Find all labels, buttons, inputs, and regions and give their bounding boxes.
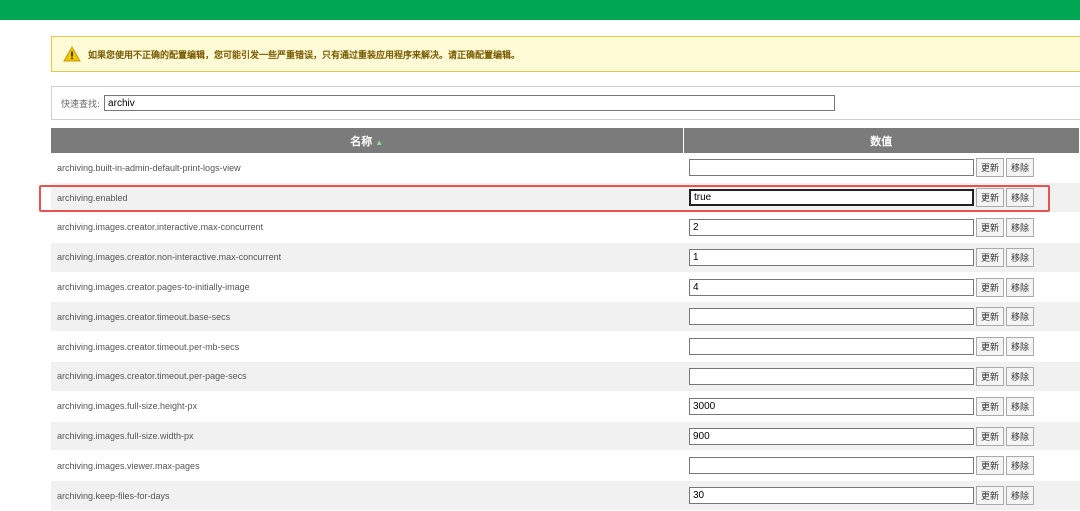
remove-button[interactable]: 移除 (1006, 337, 1035, 357)
config-key: archiving.images.full-size.width-px (51, 421, 683, 452)
value-column-header: 数值 (683, 128, 1080, 153)
warning-text: 如果您使用不正确的配置编辑，您可能引发一些严重错误，只有通过重装应用程序来解决。… (88, 50, 521, 61)
config-key: archiving.enabled (51, 182, 683, 214)
update-button[interactable]: 更新 (976, 337, 1005, 357)
config-value-cell: 更新移除 (683, 391, 1080, 422)
config-value-input[interactable] (689, 367, 974, 385)
table-row: archiving.images.full-size.height-px更新移除 (51, 391, 1080, 422)
name-header-label: 名称 (350, 135, 373, 148)
config-key: archiving.keep-files-for-days (51, 480, 683, 511)
remove-button[interactable]: 移除 (1006, 366, 1035, 386)
config-table: 名称 ▲ 数值 archiving.built-in-admin-default-… (51, 128, 1080, 511)
config-value-cell: 更新移除 (683, 301, 1080, 333)
sort-ascending-icon: ▲ (375, 137, 384, 147)
table-row: archiving.images.creator.timeout.base-se… (51, 301, 1080, 333)
remove-button[interactable]: 移除 (1006, 396, 1035, 416)
quick-find-label: 快速查找: (61, 99, 101, 110)
config-key: archiving.images.creator.non-interactive… (51, 242, 683, 273)
table-row: archiving.images.creator.timeout.per-pag… (51, 361, 1080, 392)
table-row: archiving.images.creator.pages-to-initia… (51, 272, 1080, 303)
update-button[interactable]: 更新 (976, 247, 1005, 267)
config-value-input[interactable] (689, 487, 974, 505)
quick-find-panel: 快速查找: (51, 86, 1080, 120)
table-row: archiving.enabled更新移除 (51, 182, 1080, 214)
config-value-input[interactable] (689, 338, 974, 356)
update-button[interactable]: 更新 (976, 277, 1005, 297)
table-row: archiving.built-in-admin-default-print-l… (51, 153, 1080, 184)
config-value-cell: 更新移除 (683, 421, 1080, 452)
config-value-input[interactable] (689, 218, 974, 236)
name-column-header[interactable]: 名称 ▲ (51, 128, 684, 153)
table-row: archiving.images.creator.non-interactive… (51, 242, 1080, 273)
config-key: archiving.images.creator.interactive.max… (51, 212, 683, 243)
config-value-cell: 更新移除 (683, 153, 1080, 184)
remove-button[interactable]: 移除 (1006, 247, 1035, 267)
update-button[interactable]: 更新 (976, 396, 1005, 416)
update-button[interactable]: 更新 (976, 307, 1005, 327)
update-button[interactable]: 更新 (976, 158, 1005, 178)
config-key: archiving.images.creator.timeout.per-pag… (51, 361, 683, 392)
table-row: archiving.keep-files-for-days更新移除 (51, 480, 1080, 511)
update-button[interactable]: 更新 (976, 217, 1005, 237)
table-row: archiving.images.creator.timeout.per-mb-… (51, 331, 1080, 363)
table-header-row: 名称 ▲ 数值 (51, 128, 1080, 153)
remove-button[interactable]: 移除 (1006, 307, 1035, 327)
config-value-input[interactable] (689, 278, 974, 296)
config-value-cell: 更新移除 (683, 242, 1080, 273)
config-key: archiving.images.viewer.max-pages (51, 450, 683, 482)
config-value-input[interactable] (689, 189, 974, 207)
table-row: archiving.images.full-size.width-px更新移除 (51, 421, 1080, 452)
config-key: archiving.images.full-size.height-px (51, 391, 683, 422)
config-value-input[interactable] (689, 427, 974, 445)
config-value-cell: 更新移除 (683, 182, 1080, 214)
top-bar (0, 0, 1080, 20)
config-value-input[interactable] (689, 397, 974, 415)
config-value-cell: 更新移除 (683, 480, 1080, 511)
config-key: archiving.built-in-admin-default-print-l… (51, 153, 683, 184)
table-row: archiving.images.creator.interactive.max… (51, 212, 1080, 243)
remove-button[interactable]: 移除 (1006, 486, 1035, 506)
remove-button[interactable]: 移除 (1006, 158, 1035, 178)
remove-button[interactable]: 移除 (1006, 426, 1035, 446)
config-key: archiving.images.creator.timeout.per-mb-… (51, 331, 683, 363)
remove-button[interactable]: 移除 (1006, 277, 1035, 297)
config-value-cell: 更新移除 (683, 272, 1080, 303)
remove-button[interactable]: 移除 (1006, 217, 1035, 237)
update-button[interactable]: 更新 (976, 366, 1005, 386)
remove-button[interactable]: 移除 (1006, 188, 1035, 208)
config-value-input[interactable] (689, 248, 974, 266)
quick-find-input[interactable] (104, 95, 836, 111)
config-value-input[interactable] (689, 308, 974, 326)
config-value-cell: 更新移除 (683, 361, 1080, 392)
update-button[interactable]: 更新 (976, 426, 1005, 446)
table-row: archiving.images.viewer.max-pages 更新 移除 (51, 450, 1080, 482)
config-value-input[interactable] (689, 159, 974, 177)
config-value-cell: 更新移除 (683, 450, 1080, 482)
config-key: archiving.images.creator.timeout.base-se… (51, 301, 683, 333)
config-value-cell: 更新移除 (683, 331, 1080, 363)
update-button[interactable]: 更新 (976, 188, 1005, 208)
warning-icon (63, 45, 81, 62)
warning-banner: 如果您使用不正确的配置编辑，您可能引发一些严重错误，只有通过重装应用程序来解决。… (51, 36, 1080, 72)
config-key: archiving.images.creator.pages-to-initia… (51, 272, 683, 303)
remove-button[interactable]: 移除 (1006, 456, 1035, 476)
update-button[interactable]: 更新 (976, 486, 1005, 506)
update-button[interactable]: 更新 (976, 456, 1005, 476)
config-value-input[interactable] (689, 457, 974, 475)
config-value-cell: 更新移除 (683, 212, 1080, 243)
